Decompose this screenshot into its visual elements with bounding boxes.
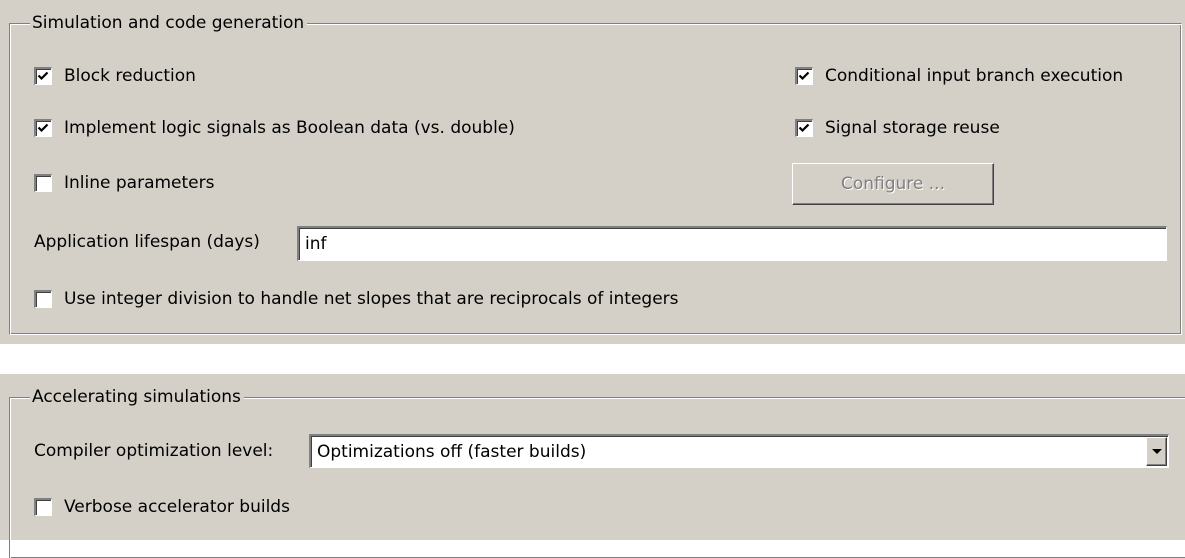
compiler-opt-label: Compiler optimization level: — [34, 441, 274, 461]
integer-division-checkbox[interactable] — [34, 290, 52, 308]
verbose-builds-checkbox[interactable] — [34, 498, 52, 516]
simulation-panel: Simulation and code generation Block red… — [0, 0, 1185, 344]
accelerating-group-title: Accelerating simulations — [30, 386, 244, 408]
block-reduction-option[interactable]: Block reduction — [34, 63, 196, 89]
accelerating-panel: Accelerating simulations Compiler optimi… — [0, 374, 1185, 558]
block-reduction-checkbox[interactable] — [34, 67, 52, 85]
dropdown-button[interactable] — [1146, 437, 1167, 466]
checkmark-icon — [798, 71, 810, 81]
boolean-logic-option[interactable]: Implement logic signals as Boolean data … — [34, 115, 515, 141]
boolean-logic-label: Implement logic signals as Boolean data … — [64, 118, 515, 138]
inline-params-label: Inline parameters — [64, 173, 215, 193]
boolean-logic-checkbox[interactable] — [34, 119, 52, 137]
lifespan-input[interactable]: inf — [297, 226, 1167, 261]
verbose-builds-option[interactable]: Verbose accelerator builds — [34, 494, 290, 520]
lifespan-label: Application lifespan (days) — [34, 232, 260, 252]
verbose-builds-label: Verbose accelerator builds — [64, 497, 290, 517]
integer-division-label: Use integer division to handle net slope… — [64, 289, 679, 309]
integer-division-option[interactable]: Use integer division to handle net slope… — [34, 286, 679, 312]
signal-storage-label: Signal storage reuse — [825, 118, 1000, 138]
signal-storage-option[interactable]: Signal storage reuse — [795, 115, 1000, 141]
block-reduction-label: Block reduction — [64, 66, 196, 86]
conditional-input-checkbox[interactable] — [795, 67, 813, 85]
compiler-opt-value: Optimizations off (faster builds) — [317, 441, 587, 462]
checkmark-icon — [37, 71, 49, 81]
checkmark-icon — [798, 123, 810, 133]
inline-params-option[interactable]: Inline parameters — [34, 170, 214, 196]
simulation-group-title: Simulation and code generation — [30, 12, 308, 34]
compiler-opt-select[interactable]: Optimizations off (faster builds) — [309, 434, 1169, 468]
chevron-down-icon — [1151, 449, 1162, 454]
conditional-input-label: Conditional input branch execution — [825, 66, 1124, 86]
conditional-input-option[interactable]: Conditional input branch execution — [795, 63, 1123, 89]
signal-storage-checkbox[interactable] — [795, 119, 813, 137]
configure-button[interactable]: Configure ... — [792, 163, 994, 205]
inline-params-checkbox[interactable] — [34, 174, 52, 192]
checkmark-icon — [37, 123, 49, 133]
accelerating-groupbox: Accelerating simulations — [9, 386, 1185, 558]
